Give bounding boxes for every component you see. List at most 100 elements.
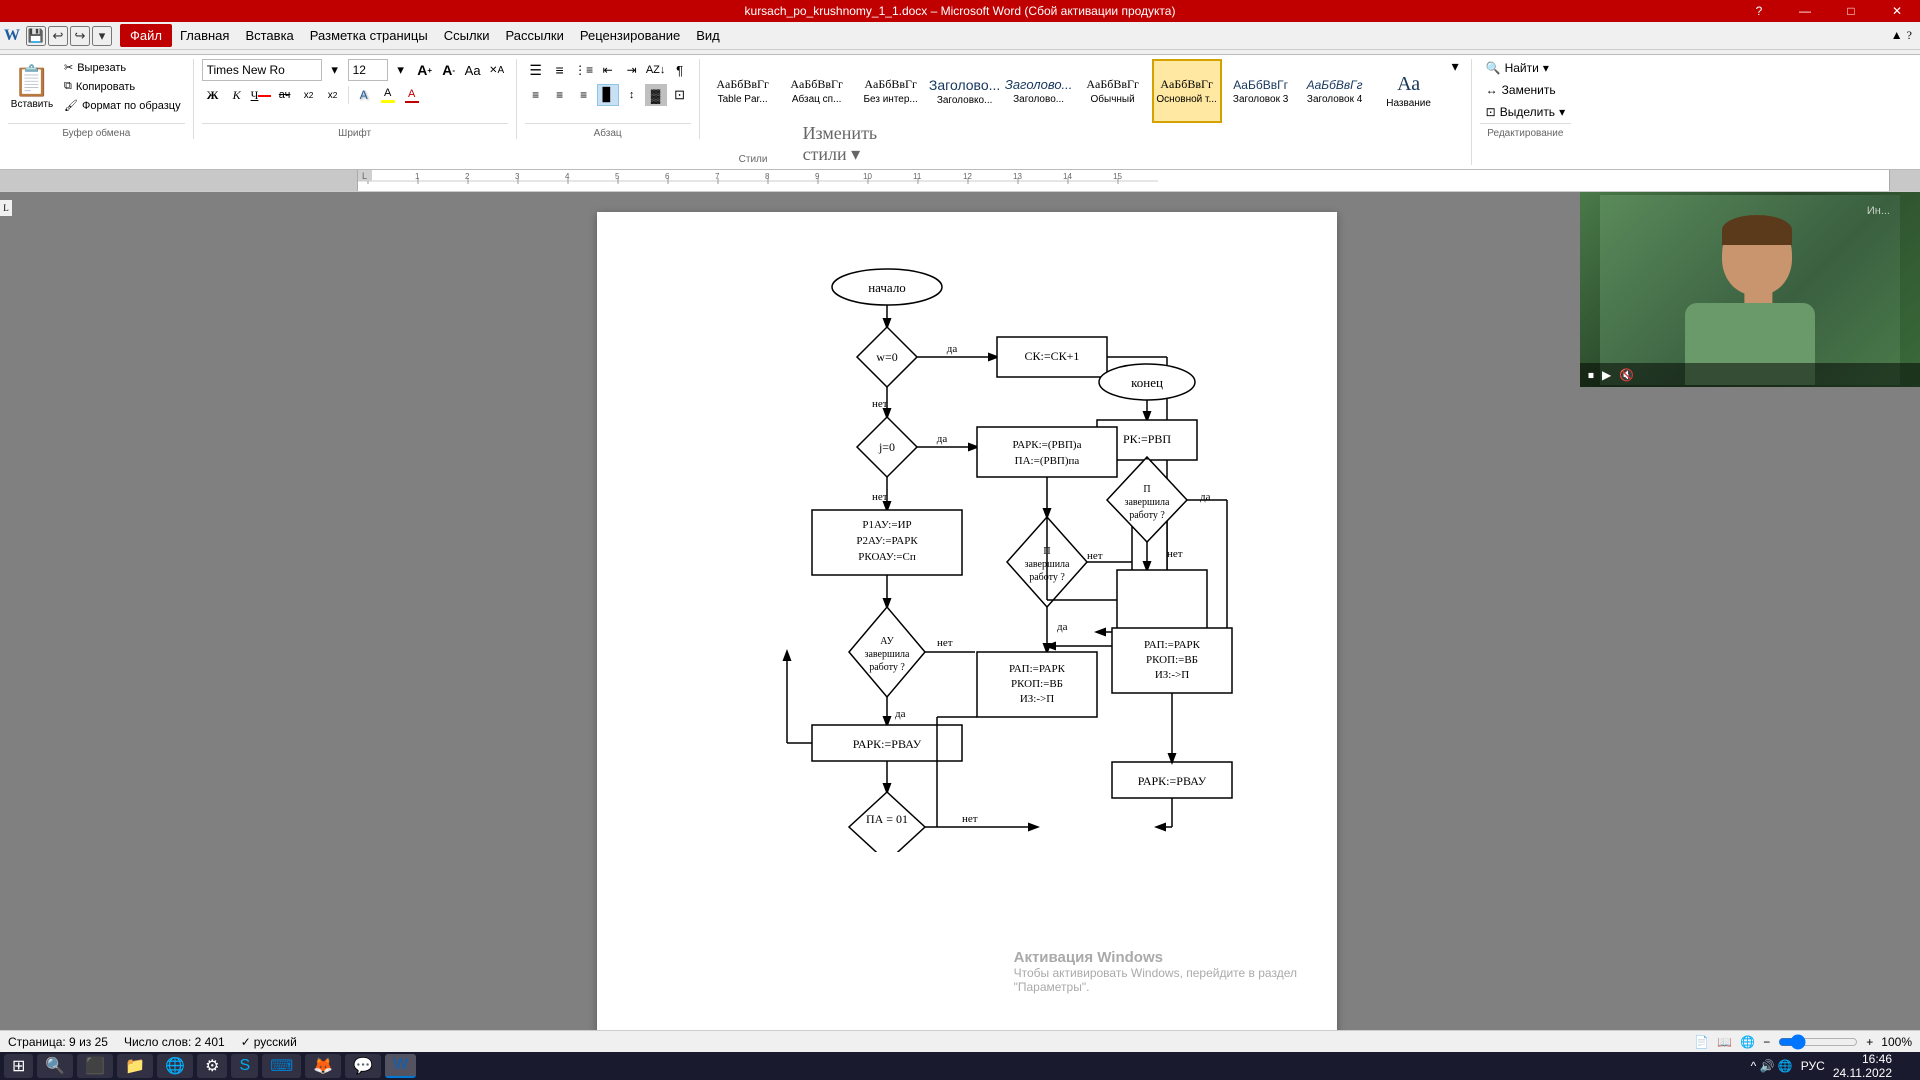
clear-format-button[interactable]: ✕A: [486, 59, 508, 81]
change-styles-button[interactable]: Изменить стили ▾: [803, 123, 878, 165]
skype-button[interactable]: S: [231, 1054, 258, 1078]
zoom-in-button[interactable]: +: [1866, 1035, 1873, 1049]
menu-file[interactable]: Файл: [120, 24, 172, 47]
styles-scroll-button[interactable]: ▾: [1448, 59, 1463, 76]
zoom-out-button[interactable]: −: [1763, 1035, 1770, 1049]
style-heading2[interactable]: Заголово... Заголово...: [1004, 59, 1074, 123]
menu-layout[interactable]: Разметка страницы: [302, 24, 436, 47]
language-indicator[interactable]: РУС: [1801, 1059, 1825, 1073]
text-effects-button[interactable]: A: [353, 84, 375, 106]
start-button[interactable]: ⊞: [4, 1054, 33, 1078]
vscode-button[interactable]: ⌨: [262, 1054, 301, 1078]
view-web-icon[interactable]: 🌐: [1740, 1035, 1755, 1049]
view-print-icon[interactable]: 📄: [1694, 1035, 1709, 1049]
settings-button[interactable]: ⚙: [197, 1054, 227, 1078]
font-size-input[interactable]: [348, 59, 388, 81]
menu-review[interactable]: Рецензирование: [572, 24, 688, 47]
menu-view[interactable]: Вид: [688, 24, 728, 47]
discord-button[interactable]: 💬: [345, 1054, 381, 1078]
style-table-par[interactable]: AаБбВвГг Table Par...: [708, 59, 778, 123]
style-main[interactable]: AаБбВвГг Основной т...: [1152, 59, 1222, 123]
customize-quick-button[interactable]: ▾: [92, 26, 112, 46]
underline-button[interactable]: Ч: [250, 84, 272, 106]
numbering-button[interactable]: ≡: [549, 59, 571, 81]
align-justify-button[interactable]: ▊: [597, 84, 619, 106]
ribbon-expand-icon[interactable]: ▲: [1891, 28, 1903, 43]
bold-button[interactable]: Ж: [202, 84, 224, 106]
svg-text:4: 4: [565, 172, 570, 181]
bullets-button[interactable]: ☰: [525, 59, 547, 81]
decrease-font-button[interactable]: A-: [438, 59, 460, 81]
style-heading1[interactable]: Заголово... Заголовко...: [930, 59, 1000, 123]
style-bez-inter[interactable]: AаБбВвГг Без интер...: [856, 59, 926, 123]
font-name-input[interactable]: [202, 59, 322, 81]
style-title[interactable]: Аа Название: [1374, 59, 1444, 123]
subscript-button[interactable]: х2: [298, 84, 320, 106]
align-right-button[interactable]: ≡: [573, 84, 595, 106]
view-read-icon[interactable]: 📖: [1717, 1035, 1732, 1049]
word-taskbar-button[interactable]: W: [385, 1054, 416, 1078]
decrease-indent-button[interactable]: ⇤: [597, 59, 619, 81]
help-icon[interactable]: ?: [1907, 28, 1912, 43]
spell-icon: ✓: [241, 1035, 251, 1049]
svg-text:j=0: j=0: [878, 440, 895, 454]
chrome-button[interactable]: 🌐: [157, 1054, 193, 1078]
superscript-button[interactable]: х2: [322, 84, 344, 106]
multilevel-list-button[interactable]: ⋮≡: [573, 59, 595, 81]
show-desktop-button[interactable]: [1900, 1054, 1916, 1078]
undo-button[interactable]: ↩: [48, 26, 68, 46]
menu-home[interactable]: Главная: [172, 24, 237, 47]
format-painter-button[interactable]: 🖌Формат по образцу: [60, 97, 185, 114]
help-button[interactable]: ?: [1736, 0, 1782, 22]
language[interactable]: русский: [254, 1035, 297, 1049]
file-explorer-button[interactable]: 📁: [117, 1054, 153, 1078]
increase-indent-button[interactable]: ⇥: [621, 59, 643, 81]
font-color-button[interactable]: А: [401, 84, 423, 106]
italic-button[interactable]: К: [226, 84, 248, 106]
sort-button[interactable]: AZ↓: [645, 59, 667, 81]
main-area: L начало w=0: [0, 192, 1920, 1054]
style-abzac[interactable]: AаБбВвГг Абзац сп...: [782, 59, 852, 123]
svg-text:нет: нет: [1167, 548, 1183, 560]
change-case-button[interactable]: Аа: [462, 59, 484, 81]
video-play-button[interactable]: ▶: [1602, 368, 1611, 383]
replace-button[interactable]: ↔Заменить: [1480, 81, 1562, 99]
menu-references[interactable]: Ссылки: [436, 24, 498, 47]
minimize-button[interactable]: —: [1782, 0, 1828, 22]
menu-mailings[interactable]: Рассылки: [498, 24, 572, 47]
strikethrough-button[interactable]: ач: [274, 84, 296, 106]
save-quick-button[interactable]: 💾: [26, 26, 46, 46]
maximize-button[interactable]: □: [1828, 0, 1874, 22]
paste-button[interactable]: 📋 Вставить: [8, 59, 56, 115]
svg-text:нет: нет: [937, 637, 953, 649]
svg-text:РКОП:=ВБ: РКОП:=ВБ: [1011, 678, 1063, 690]
select-button[interactable]: ⊡Выделить▾: [1480, 103, 1571, 121]
video-stop-button[interactable]: ⏹: [1588, 368, 1594, 383]
task-view-button[interactable]: ⬛: [77, 1054, 113, 1078]
close-button[interactable]: ✕: [1874, 0, 1920, 22]
firefox-button[interactable]: 🦊: [305, 1054, 341, 1078]
ribbon: 📋 Вставить ✂Вырезать ⧉Копировать 🖌Формат…: [0, 50, 1920, 170]
font-name-dropdown[interactable]: ▾: [324, 59, 346, 81]
copy-button[interactable]: ⧉Копировать: [60, 78, 185, 95]
search-button[interactable]: 🔍: [37, 1054, 73, 1078]
increase-font-button[interactable]: A+: [414, 59, 436, 81]
style-heading3[interactable]: AаБбВвГг Заголовок 3: [1226, 59, 1296, 123]
show-marks-button[interactable]: ¶: [669, 59, 691, 81]
menu-insert[interactable]: Вставка: [237, 24, 301, 47]
line-spacing-button[interactable]: ↕: [621, 84, 643, 106]
redo-button[interactable]: ↪: [70, 26, 90, 46]
ruler-content[interactable]: 1 2 3 4 5 6 7 8 9 10 11 12 13 14 15 L: [358, 170, 1890, 192]
align-center-button[interactable]: ≡: [549, 84, 571, 106]
highlight-button[interactable]: А: [377, 84, 399, 106]
zoom-slider[interactable]: [1778, 1034, 1858, 1050]
style-heading4[interactable]: AаБбВвГг Заголовок 4: [1300, 59, 1370, 123]
borders-button[interactable]: ⊡: [669, 84, 691, 106]
style-normal[interactable]: AаБбВвГг Обычный: [1078, 59, 1148, 123]
video-mute-button[interactable]: 🔇: [1619, 368, 1634, 383]
shading-button[interactable]: ▓: [645, 84, 667, 106]
find-button[interactable]: 🔍Найти▾: [1480, 59, 1555, 77]
align-left-button[interactable]: ≡: [525, 84, 547, 106]
cut-button[interactable]: ✂Вырезать: [60, 59, 185, 76]
font-size-dropdown[interactable]: ▾: [390, 59, 412, 81]
